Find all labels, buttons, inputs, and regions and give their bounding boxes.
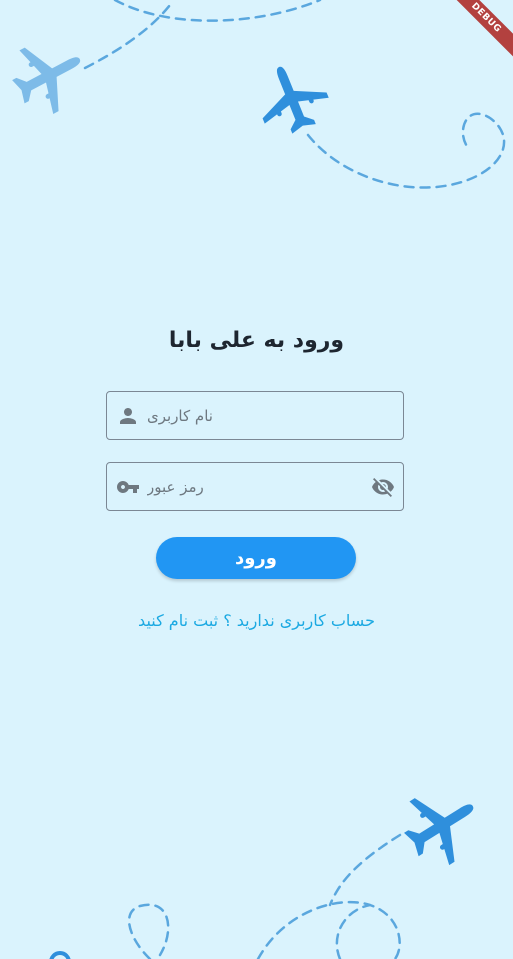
person-icon (120, 408, 136, 424)
visibility-off-icon[interactable] (371, 475, 395, 499)
password-field[interactable] (106, 462, 404, 511)
username-input[interactable] (107, 392, 403, 439)
login-button[interactable]: ورود (156, 537, 356, 579)
login-screen: DEBUG ورود به علی بابا ورود حساب کاربری … (0, 0, 513, 959)
signup-link[interactable]: حساب کاربری ندارید ؟ ثبت نام کنید (0, 611, 513, 630)
airplane-icon (1, 27, 97, 124)
key-icon (117, 481, 139, 493)
airplane-icon (247, 54, 337, 142)
airplane-icon (391, 774, 493, 877)
location-pin-icon (49, 951, 71, 959)
password-input[interactable] (107, 463, 403, 510)
username-field[interactable] (106, 391, 404, 440)
page-title: ورود به علی بابا (168, 328, 345, 353)
